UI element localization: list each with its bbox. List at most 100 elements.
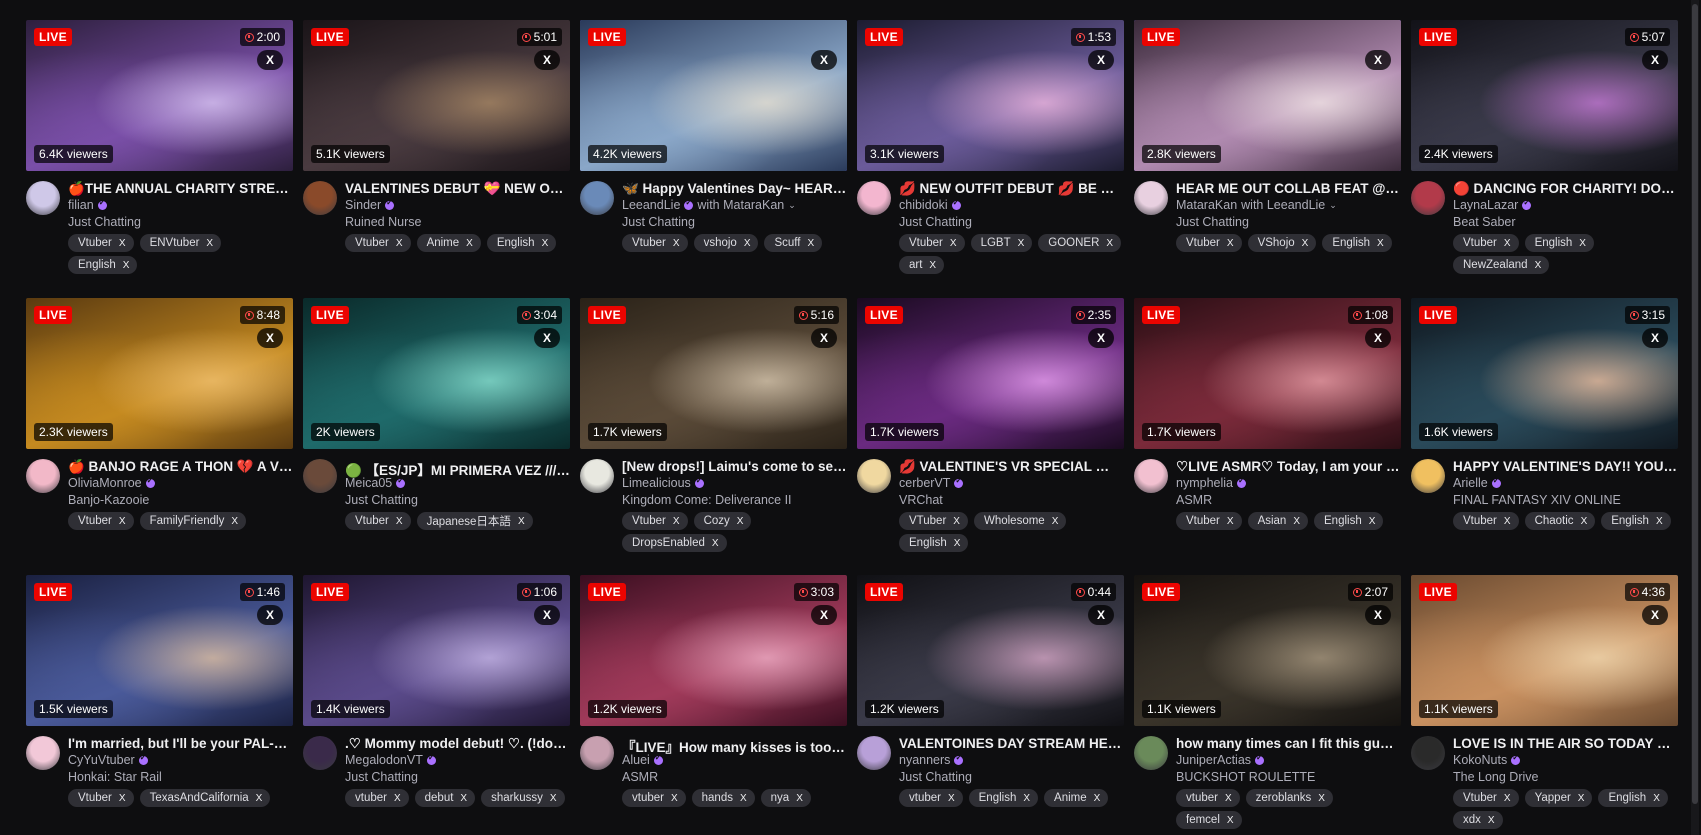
- remove-tag-icon[interactable]: X: [954, 538, 961, 549]
- stream-title[interactable]: HEAR ME OUT COLLAB FEAT @lee...: [1176, 181, 1401, 196]
- avatar[interactable]: [1411, 459, 1445, 493]
- stream-thumbnail[interactable]: LIVE 3:03 X 1.2K viewers: [580, 575, 847, 726]
- tag-chip[interactable]: Anime X: [416, 234, 481, 252]
- avatar[interactable]: [1411, 181, 1445, 215]
- remove-tag-icon[interactable]: X: [953, 516, 960, 527]
- channel-name[interactable]: filian: [68, 198, 94, 212]
- remove-tag-icon[interactable]: X: [929, 260, 936, 271]
- stream-thumbnail[interactable]: LIVE X 4.2K viewers: [580, 20, 847, 171]
- stream-card[interactable]: LIVE X 2.8K viewers HEAR ME OUT COLLAB F…: [1134, 20, 1401, 261]
- tag-chip[interactable]: Vtuber X: [68, 789, 134, 807]
- tag-chip[interactable]: Asian X: [1247, 512, 1309, 530]
- stream-thumbnail[interactable]: LIVE 3:15 X 1.6K viewers: [1411, 298, 1678, 449]
- tag-chip[interactable]: English X: [68, 256, 138, 274]
- tag-chip[interactable]: GOONER X: [1038, 234, 1122, 252]
- category-link[interactable]: Ruined Nurse: [345, 215, 570, 229]
- channel-name[interactable]: KokoNuts: [1453, 753, 1507, 767]
- dismiss-button[interactable]: X: [811, 605, 837, 625]
- remove-tag-icon[interactable]: X: [1052, 516, 1059, 527]
- dismiss-button[interactable]: X: [534, 50, 560, 70]
- remove-tag-icon[interactable]: X: [671, 793, 678, 804]
- tag-chip[interactable]: ENVtuber X: [139, 234, 222, 252]
- avatar[interactable]: [1411, 736, 1445, 770]
- stream-card[interactable]: LIVE 1:06 X 1.4K viewers .♡ Mommy model …: [303, 575, 570, 816]
- remove-tag-icon[interactable]: X: [1504, 516, 1511, 527]
- avatar[interactable]: [26, 459, 60, 493]
- tag-chip[interactable]: xdx X: [1453, 811, 1503, 829]
- remove-tag-icon[interactable]: X: [119, 516, 126, 527]
- channel-name[interactable]: JuniperActias: [1176, 753, 1251, 767]
- remove-tag-icon[interactable]: X: [396, 516, 403, 527]
- remove-tag-icon[interactable]: X: [737, 516, 744, 527]
- avatar[interactable]: [1134, 181, 1168, 215]
- tag-chip[interactable]: English X: [1598, 789, 1668, 807]
- remove-tag-icon[interactable]: X: [1106, 238, 1113, 249]
- channel-name[interactable]: nyanners: [899, 753, 950, 767]
- stream-thumbnail[interactable]: LIVE 2:35 X 1.7K viewers: [857, 298, 1124, 449]
- remove-tag-icon[interactable]: X: [1227, 815, 1234, 826]
- dismiss-button[interactable]: X: [534, 328, 560, 348]
- remove-tag-icon[interactable]: X: [740, 793, 747, 804]
- stream-thumbnail[interactable]: LIVE 2:00 X 6.4K viewers: [26, 20, 293, 171]
- category-link[interactable]: Honkai: Star Rail: [68, 770, 293, 784]
- channel-name[interactable]: CyYuVtuber: [68, 753, 135, 767]
- category-link[interactable]: BUCKSHOT ROULETTE: [1176, 770, 1401, 784]
- stream-card[interactable]: LIVE 3:03 X 1.2K viewers 『LIVE』How many …: [580, 575, 847, 816]
- dismiss-button[interactable]: X: [1365, 328, 1391, 348]
- remove-tag-icon[interactable]: X: [231, 516, 238, 527]
- avatar[interactable]: [857, 736, 891, 770]
- tag-chip[interactable]: Chaotic X: [1524, 512, 1596, 530]
- tag-chip[interactable]: NewZealand X: [1453, 256, 1550, 274]
- remove-tag-icon[interactable]: X: [1535, 260, 1542, 271]
- category-link[interactable]: Just Chatting: [899, 770, 1124, 784]
- category-link[interactable]: Just Chatting: [68, 215, 293, 229]
- stream-card[interactable]: LIVE 4:36 X 1.1K viewers LOVE IS IN THE …: [1411, 575, 1678, 829]
- category-link[interactable]: Just Chatting: [622, 215, 847, 229]
- category-link[interactable]: Kingdom Come: Deliverance II: [622, 493, 847, 507]
- tag-chip[interactable]: Vtuber X: [345, 234, 411, 252]
- remove-tag-icon[interactable]: X: [1094, 793, 1101, 804]
- remove-tag-icon[interactable]: X: [1369, 516, 1376, 527]
- channel-name[interactable]: LeeandLie: [622, 198, 680, 212]
- channel-name[interactable]: nymphelia: [1176, 476, 1233, 490]
- stream-card[interactable]: LIVE 5:07 X 2.4K viewers 🔴 DANCING FOR C…: [1411, 20, 1678, 274]
- remove-tag-icon[interactable]: X: [1227, 238, 1234, 249]
- tag-chip[interactable]: vtuber X: [1176, 789, 1240, 807]
- stream-title[interactable]: [New drops!] Laimu's come to see ...: [622, 459, 847, 474]
- category-link[interactable]: Banjo-Kazooie: [68, 493, 293, 507]
- dismiss-button[interactable]: X: [1365, 50, 1391, 70]
- category-link[interactable]: Just Chatting: [345, 493, 570, 507]
- remove-tag-icon[interactable]: X: [256, 793, 263, 804]
- tag-chip[interactable]: nya X: [760, 789, 811, 807]
- tag-chip[interactable]: debut X: [414, 789, 476, 807]
- dismiss-button[interactable]: X: [811, 328, 837, 348]
- remove-tag-icon[interactable]: X: [1023, 793, 1030, 804]
- stream-thumbnail[interactable]: LIVE 1:08 X 1.7K viewers: [1134, 298, 1401, 449]
- remove-tag-icon[interactable]: X: [460, 793, 467, 804]
- remove-tag-icon[interactable]: X: [206, 238, 213, 249]
- tag-chip[interactable]: TexasAndCalifornia X: [139, 789, 271, 807]
- remove-tag-icon[interactable]: X: [673, 238, 680, 249]
- dismiss-button[interactable]: X: [811, 50, 837, 70]
- remove-tag-icon[interactable]: X: [1377, 238, 1384, 249]
- avatar[interactable]: [857, 459, 891, 493]
- remove-tag-icon[interactable]: X: [673, 516, 680, 527]
- channel-name[interactable]: Limealicious: [622, 476, 691, 490]
- stream-card[interactable]: LIVE 2:07 X 1.1K viewers how many times …: [1134, 575, 1401, 829]
- tag-chip[interactable]: English X: [968, 789, 1039, 807]
- stream-thumbnail[interactable]: LIVE 4:36 X 1.1K viewers: [1411, 575, 1678, 726]
- stream-thumbnail[interactable]: LIVE 2:07 X 1.1K viewers: [1134, 575, 1401, 726]
- dismiss-button[interactable]: X: [534, 605, 560, 625]
- tag-chip[interactable]: vtuber X: [345, 789, 409, 807]
- remove-tag-icon[interactable]: X: [1318, 793, 1325, 804]
- stream-card[interactable]: LIVE 2:35 X 1.7K viewers 💋 VALENTINE'S V…: [857, 298, 1124, 552]
- channel-name[interactable]: MataraKan: [1176, 198, 1237, 212]
- tag-chip[interactable]: Vtuber X: [1453, 234, 1519, 252]
- avatar[interactable]: [580, 181, 614, 215]
- stream-title[interactable]: .♡ Mommy model debut! ♡. (!dona...: [345, 736, 570, 752]
- tag-chip[interactable]: English X: [1314, 512, 1384, 530]
- dismiss-button[interactable]: X: [1088, 328, 1114, 348]
- scrollbar-thumb[interactable]: [1692, 4, 1698, 804]
- stream-thumbnail[interactable]: LIVE 3:04 X 2K viewers: [303, 298, 570, 449]
- tag-chip[interactable]: zeroblanks X: [1245, 789, 1333, 807]
